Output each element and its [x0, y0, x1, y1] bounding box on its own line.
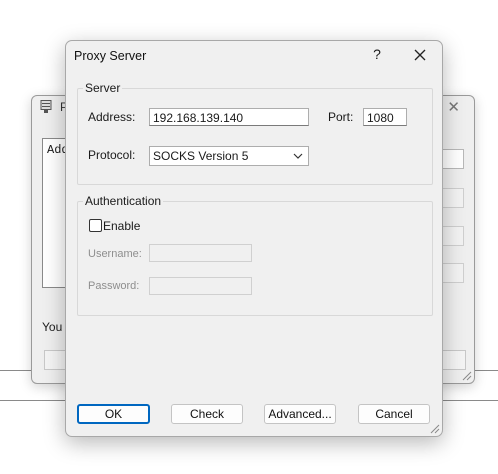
username-label: Username:	[88, 248, 142, 260]
proxy-server-dialog[interactable]: Proxy Server ? Server Address: 192.168.1…	[65, 40, 443, 437]
server-group-legend: Server	[85, 81, 121, 95]
ok-button[interactable]: OK	[77, 404, 150, 424]
cancel-button[interactable]: Cancel	[358, 404, 430, 424]
address-field[interactable]: 192.168.139.140	[149, 108, 309, 126]
server-group: Server	[77, 81, 433, 185]
help-button[interactable]: ?	[368, 46, 386, 66]
port-label: Port:	[328, 110, 354, 124]
username-field[interactable]	[149, 244, 252, 262]
port-field[interactable]: 1080	[363, 108, 407, 126]
protocol-selected-value: SOCKS Version 5	[153, 149, 249, 163]
chevron-down-icon	[293, 153, 303, 159]
enable-checkbox[interactable]	[89, 219, 102, 232]
check-button[interactable]: Check	[171, 404, 243, 424]
authentication-group-legend: Authentication	[85, 194, 162, 208]
enable-label[interactable]: Enable	[103, 219, 140, 233]
server-icon	[40, 100, 52, 113]
resize-grip-icon[interactable]	[430, 424, 440, 434]
protocol-label: Protocol:	[88, 148, 136, 162]
password-label: Password:	[88, 280, 140, 292]
protocol-select[interactable]: SOCKS Version 5	[149, 146, 309, 166]
advanced-button[interactable]: Advanced...	[264, 404, 336, 424]
close-icon[interactable]: ✕	[447, 98, 460, 116]
close-icon[interactable]	[409, 44, 431, 66]
resize-grip-icon[interactable]	[462, 371, 472, 381]
dialog-title: Proxy Server	[74, 49, 147, 63]
password-field[interactable]	[149, 277, 252, 295]
address-label: Address:	[88, 110, 136, 124]
